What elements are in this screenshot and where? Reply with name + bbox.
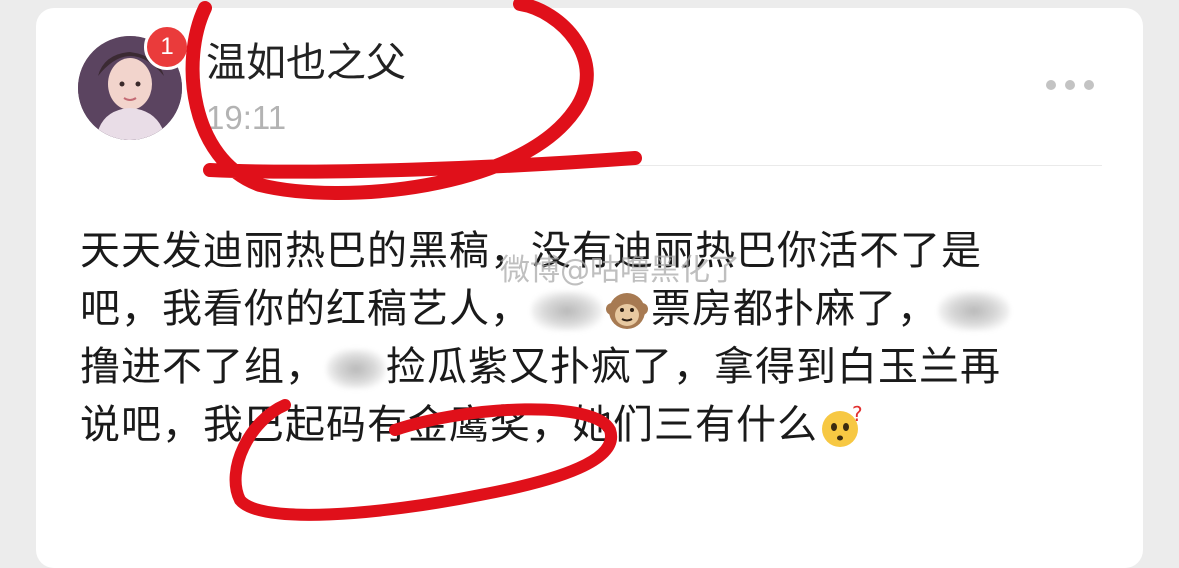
- content-text: 捡瓜紫又扑疯了，拿得到白玉兰再: [386, 344, 1001, 390]
- monkey-emoji-icon: [606, 293, 648, 329]
- content-text: 票房都扑麻了，: [651, 286, 938, 332]
- content-line-4: 说吧，我巴起码有金鹰奖，她们三有什么 ?: [80, 396, 1120, 454]
- username[interactable]: 温如也之父: [206, 38, 406, 88]
- post-time: 19:11: [206, 99, 287, 136]
- content-line-3: 撸进不了组， 捡瓜紫又扑疯了，拿得到白玉兰再: [80, 338, 1120, 396]
- content-text: 吧，我看你的红稿艺人，: [80, 286, 531, 332]
- svg-text:?: ?: [852, 403, 864, 426]
- divider: [206, 165, 1102, 166]
- content-text: 说吧，我巴起码有金鹰奖，她们三有什么: [80, 402, 818, 448]
- blurred-name: [938, 291, 1010, 331]
- blurred-name: [531, 291, 603, 331]
- thinking-face-emoji-icon: ?: [822, 403, 864, 447]
- more-dots-icon[interactable]: [1046, 70, 1106, 100]
- watermark: 微博@咕噜黑化了: [500, 253, 740, 288]
- blurred-name: [326, 349, 386, 389]
- notification-badge: 1: [144, 24, 190, 70]
- content-text: 撸进不了组，: [80, 344, 326, 390]
